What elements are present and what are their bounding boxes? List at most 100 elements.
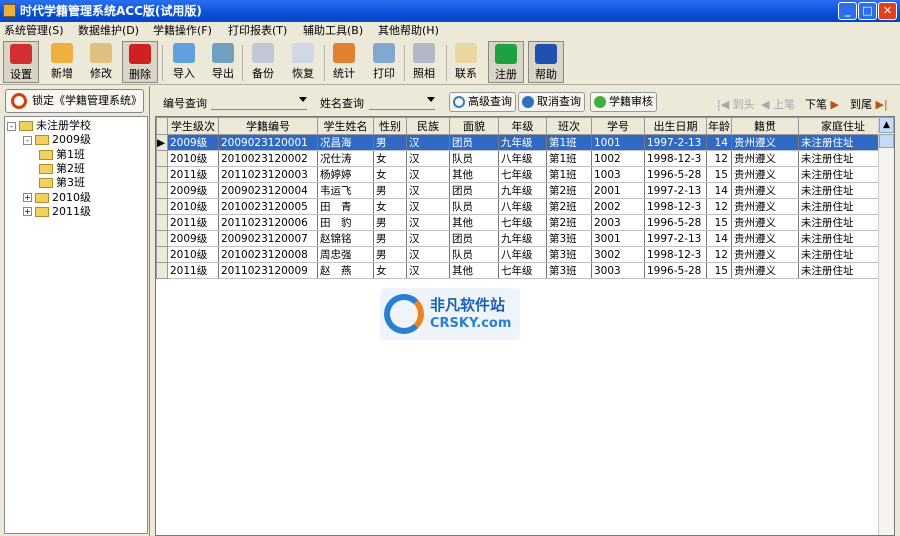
toolbar-button-export[interactable]: 导出 [205, 41, 241, 83]
table-cell: 男 [373, 230, 407, 247]
table-cell: 未注册住址 [798, 150, 880, 167]
row-indicator[interactable] [156, 150, 168, 167]
column-header[interactable]: 学生级次 [167, 117, 219, 135]
table-row[interactable]: 2011级 2011023120009 赵 燕女汉其他 七年级 第3班 3003 1996-… [156, 262, 880, 279]
nav-next-button[interactable]: 下笔 ▶ [805, 96, 839, 112]
close-button[interactable]: ✕ [878, 2, 897, 20]
toolbar-button-settings[interactable]: 设置 [3, 41, 39, 83]
column-header[interactable]: 家庭住址 [798, 117, 880, 135]
lock-system-button[interactable]: 锁定《学籍管理系统》 [5, 89, 144, 113]
cancel-query-label: 取消查询 [537, 95, 581, 108]
menu-item-0[interactable]: 系统管理(S) [4, 22, 64, 39]
column-header[interactable]: 学生姓名 [317, 117, 374, 135]
toolbar-button-chart[interactable]: 统计 [326, 41, 362, 83]
nav-last-button[interactable]: 到尾 ▶| [850, 96, 888, 112]
table-row[interactable]: ▶ 2009级 2009023120001 况昌海男汉团员 九年级 第1班 1001 1997… [156, 134, 880, 151]
column-header[interactable]: 面貌 [449, 117, 499, 135]
toolbar-button-add[interactable]: 新增 [44, 41, 80, 83]
toolbar-button-help[interactable]: 帮助 [528, 41, 564, 83]
vertical-scrollbar[interactable]: ▲ [878, 117, 894, 535]
menu-item-4[interactable]: 辅助工具(B) [303, 22, 363, 39]
scroll-thumb[interactable] [879, 134, 894, 148]
tree-node[interactable]: 第3班 [39, 176, 85, 190]
maximize-button[interactable]: □ [858, 2, 877, 20]
toolbar-label: 导入 [173, 67, 195, 80]
toolbar-button-register[interactable]: 注册 [488, 41, 524, 83]
column-header[interactable]: 性别 [373, 117, 407, 135]
row-indicator[interactable] [156, 166, 168, 183]
toolbar-label: 删除 [129, 68, 151, 81]
tree-node[interactable]: 第1班 [39, 148, 85, 162]
toolbar-button-backup[interactable]: 备份 [245, 41, 281, 83]
table-row[interactable]: 2011级 2011023120003 杨婷婷女汉其他 七年级 第1班 1003 1996-… [156, 166, 880, 183]
table-row[interactable]: 2009级 2009023120007 赵锦铭男汉团员 九年级 第3班 3001 1997-… [156, 230, 880, 247]
table-row[interactable]: 2010级 2010023120002 况仕涛女汉队员 八年级 第1班 1002 1998-… [156, 150, 880, 167]
row-indicator[interactable] [156, 230, 168, 247]
table-row[interactable]: 2011级 2011023120006 田 豹男汉其他 七年级 第2班 2003 1996-… [156, 214, 880, 231]
table-cell: 3003 [591, 262, 645, 279]
toolbar-button-restore[interactable]: 恢复 [285, 41, 321, 83]
tree-node[interactable]: +2010级 [23, 191, 91, 205]
toolbar-button-delete[interactable]: 删除 [122, 41, 158, 83]
menu-item-2[interactable]: 学籍操作(F) [153, 22, 212, 39]
menu-item-5[interactable]: 其他帮助(H) [378, 22, 439, 39]
table-cell: 1997-2-13 [644, 230, 707, 247]
collapse-icon[interactable]: - [23, 135, 32, 145]
table-cell: 2010级 [167, 246, 219, 263]
nav-prev-button[interactable]: ◀ 上笔 [761, 96, 795, 112]
row-indicator[interactable] [156, 182, 168, 199]
tree-node-label: 第1班 [56, 147, 85, 161]
audit-button[interactable]: 学籍审核 [590, 92, 657, 112]
row-pointer-icon[interactable]: ▶ [156, 134, 168, 151]
toolbar-button-camera[interactable]: 照相 [406, 41, 442, 83]
column-header[interactable]: 出生日期 [644, 117, 707, 135]
mail-icon [455, 43, 477, 63]
column-header[interactable]: 学号 [591, 117, 645, 135]
name-query-combo[interactable] [369, 92, 435, 110]
table-row[interactable]: 2009级 2009023120004 韦运飞男汉团员 九年级 第2班 2001 1997-… [156, 182, 880, 199]
column-header[interactable]: 年龄 [706, 117, 732, 135]
column-header[interactable]: 学籍编号 [218, 117, 318, 135]
lock-label: 锁定《学籍管理系统》 [32, 94, 142, 107]
export-icon [212, 43, 234, 63]
nav-first-button[interactable]: |◀ 到头 [717, 96, 755, 112]
nav-prev-label: 上笔 [772, 98, 795, 111]
tree-node[interactable]: - 2009级 [23, 133, 91, 147]
row-indicator[interactable] [156, 214, 168, 231]
cancel-query-button[interactable]: 取消查询 [518, 92, 585, 112]
minimize-button[interactable]: _ [838, 2, 857, 20]
column-header[interactable]: 民族 [406, 117, 450, 135]
scroll-up-icon[interactable]: ▲ [879, 117, 894, 133]
clock-icon [11, 93, 27, 109]
row-indicator[interactable] [156, 262, 168, 279]
advanced-query-button[interactable]: 高级查询 [449, 92, 516, 112]
advanced-query-label: 高级查询 [468, 95, 512, 108]
table-cell: 12 [706, 198, 732, 215]
column-header[interactable]: 年级 [498, 117, 547, 135]
tree-node-label: 未注册学校 [36, 119, 91, 132]
table-row[interactable]: 2010级 2010023120008 周忠强男汉队员 八年级 第3班 3002 1998-… [156, 246, 880, 263]
edit-icon [90, 43, 112, 63]
menu-item-3[interactable]: 打印报表(T) [228, 22, 287, 39]
tree-node[interactable]: 第2班 [39, 162, 85, 176]
menu-item-1[interactable]: 数据维护(D) [78, 22, 139, 39]
expand-icon[interactable]: + [23, 193, 32, 202]
folder-icon [19, 121, 33, 131]
tree-node-label: 2010级 [52, 190, 91, 204]
table-row[interactable]: 2010级 2010023120005 田 青女汉队员 八年级 第2班 2002 1998-… [156, 198, 880, 215]
id-query-combo[interactable] [211, 92, 307, 110]
toolbar-button-mail[interactable]: 联系 [448, 41, 484, 83]
toolbar-button-import[interactable]: 导入 [166, 41, 202, 83]
collapse-icon[interactable]: - [7, 121, 16, 131]
expand-icon[interactable]: + [23, 207, 32, 217]
toolbar-button-edit[interactable]: 修改 [83, 41, 119, 83]
row-indicator[interactable] [156, 198, 168, 215]
add-icon [51, 43, 73, 63]
column-header[interactable]: 籍贯 [731, 117, 799, 135]
tree-node[interactable]: +2011级 [23, 205, 91, 219]
tree-node[interactable]: - 未注册学校 [7, 119, 91, 133]
column-header[interactable]: 班次 [546, 117, 592, 135]
toolbar-button-print[interactable]: 打印 [366, 41, 402, 83]
settings-icon [10, 44, 32, 64]
row-indicator[interactable] [156, 246, 168, 263]
